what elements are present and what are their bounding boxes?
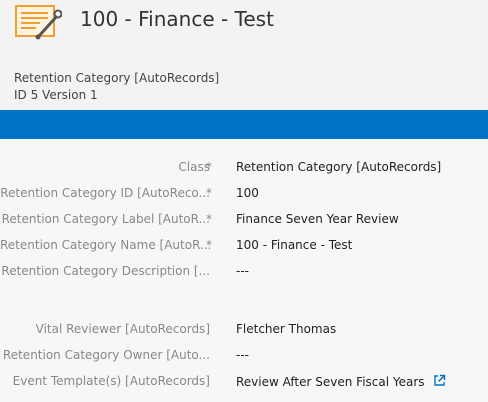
required-marker: *	[206, 160, 212, 174]
field-row-vital-reviewer: Vital Reviewer [AutoRecords] Fletcher Th…	[0, 322, 488, 344]
required-marker: *	[206, 212, 212, 226]
field-label: Retention Category Owner [Auto...	[2, 348, 210, 362]
required-marker: *	[206, 238, 212, 252]
field-value: Fletcher Thomas	[236, 322, 337, 336]
field-label: Retention Category Label [AutoR...	[1, 212, 210, 226]
field-label: Retention Category ID [AutoReco...	[0, 186, 210, 200]
field-value: ---	[236, 264, 249, 278]
field-value: 100	[236, 186, 259, 200]
accent-bar	[0, 110, 488, 139]
field-row-event-templates: Event Template(s) [AutoRecords] Review A…	[0, 374, 488, 396]
field-row-category-description: Retention Category Description [... ---	[0, 264, 488, 286]
record-edit-icon	[15, 5, 62, 40]
record-header: 100 - Finance - Test Retention Category …	[0, 0, 488, 110]
field-value: ---	[236, 348, 249, 362]
record-type: Retention Category [AutoRecords]	[14, 71, 220, 85]
field-row-category-name: Retention Category Name [AutoR... * 100 …	[0, 238, 488, 260]
field-row-category-owner: Retention Category Owner [Auto... ---	[0, 348, 488, 370]
field-row-class: Class * Retention Category [AutoRecords]	[0, 160, 488, 182]
record-id-version: ID 5 Version 1	[14, 88, 98, 102]
field-value: Retention Category [AutoRecords]	[236, 160, 442, 174]
field-label: Vital Reviewer [AutoRecords]	[35, 322, 210, 336]
field-value: Review After Seven Fiscal Years	[236, 374, 446, 389]
field-row-category-label: Retention Category Label [AutoR... * Fin…	[0, 212, 488, 234]
field-value: Finance Seven Year Review	[236, 212, 399, 226]
event-template-link[interactable]: Review After Seven Fiscal Years	[236, 375, 425, 389]
field-row-category-id: Retention Category ID [AutoReco... * 100	[0, 186, 488, 208]
required-marker: *	[206, 186, 212, 200]
external-link-icon[interactable]	[433, 374, 446, 387]
field-label: Retention Category Name [AutoR...	[0, 238, 210, 252]
properties-form: Class * Retention Category [AutoRecords]…	[0, 139, 488, 402]
record-subtitle: Retention Category [AutoRecords] ID 5 Ve…	[14, 70, 219, 104]
field-label: Retention Category Description [...	[1, 264, 210, 278]
field-value: 100 - Finance - Test	[236, 238, 353, 252]
field-label: Event Template(s) [AutoRecords]	[12, 374, 210, 388]
record-title: 100 - Finance - Test	[80, 7, 274, 31]
